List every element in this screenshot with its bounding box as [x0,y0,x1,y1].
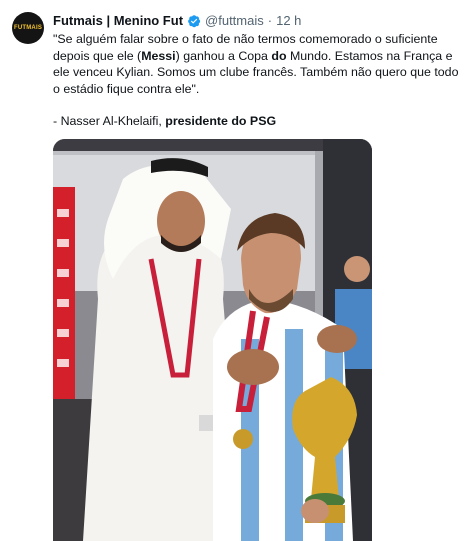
avatar-logo-text: FUTMAIS [13,25,43,31]
attribution-title: presidente do PSG [165,114,277,129]
photo-red-banner [53,187,75,399]
author-name[interactable]: Futmais | Menino Fut [53,13,183,29]
quote-part-2: ) ganhou a Copa [175,48,272,63]
tweet-timestamp[interactable]: 12 h [276,13,301,29]
tweet-body: "Se alguém falar sobre o fato de não ter… [53,31,465,130]
verified-badge-icon [187,14,201,28]
quote-bold-messi: Messi [141,48,176,63]
header-separator: · [267,13,273,28]
tweet-header: Futmais | Menino Fut @futtmais · 12 h [53,13,460,29]
author-avatar[interactable]: FUTMAIS [12,12,44,44]
photo-illustration [53,139,372,541]
author-handle[interactable]: @futtmais [205,13,264,29]
attribution-name: - Nasser Al-Khelaifi, [53,114,166,129]
tweet-quote: "Se alguém falar sobre o fato de não ter… [53,31,465,97]
photo-medal [233,429,253,449]
quote-bold-do: do [271,48,287,63]
tweet-photo[interactable] [53,139,372,541]
tweet-attribution: - Nasser Al-Khelaifi, presidente do PSG [53,113,465,130]
